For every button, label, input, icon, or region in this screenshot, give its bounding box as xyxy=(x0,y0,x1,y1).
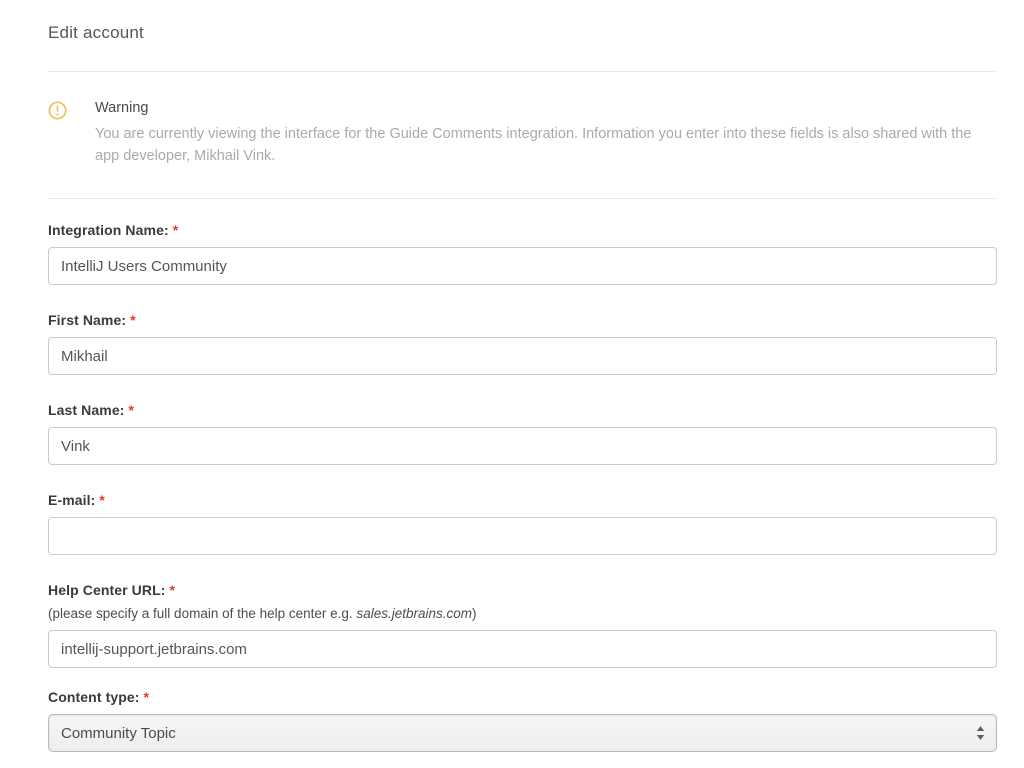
help-center-url-input[interactable] xyxy=(48,630,997,668)
integration-name-input[interactable] xyxy=(48,247,997,285)
warning-body: You are currently viewing the interface … xyxy=(95,123,997,167)
warning-banner: Warning You are currently viewing the in… xyxy=(48,72,997,198)
email-input[interactable] xyxy=(48,517,997,555)
field-group-last-name: Last Name:* xyxy=(48,402,997,465)
field-group-content-type: Content type:* Community Topic xyxy=(48,689,997,752)
integration-name-label-text: Integration Name: xyxy=(48,222,169,238)
last-name-label: Last Name:* xyxy=(48,402,997,418)
required-marker: * xyxy=(170,582,176,598)
warning-circle-icon xyxy=(48,101,67,125)
hint-suffix: ) xyxy=(472,606,477,621)
hint-example-domain: sales.jetbrains.com xyxy=(356,606,472,621)
field-group-integration-name: Integration Name:* xyxy=(48,222,997,285)
hint-prefix: (please specify a full domain of the hel… xyxy=(48,606,356,621)
warning-title: Warning xyxy=(95,100,997,116)
field-group-email: E-mail:* xyxy=(48,492,997,555)
content-container: Edit account Warning You are currently v… xyxy=(48,0,997,752)
first-name-label-text: First Name: xyxy=(48,312,126,328)
last-name-label-text: Last Name: xyxy=(48,402,124,418)
first-name-input[interactable] xyxy=(48,337,997,375)
content-type-label-text: Content type: xyxy=(48,689,140,705)
content-type-selected-value: Community Topic xyxy=(61,725,176,742)
content-type-label: Content type:* xyxy=(48,689,997,705)
page-title: Edit account xyxy=(48,23,997,43)
help-center-url-label-text: Help Center URL: xyxy=(48,582,166,598)
edit-account-page: Edit account Warning You are currently v… xyxy=(0,0,1024,768)
select-stepper-arrows-icon xyxy=(976,726,985,741)
field-group-first-name: First Name:* xyxy=(48,312,997,375)
help-center-url-hint: (please specify a full domain of the hel… xyxy=(48,606,997,621)
content-type-select[interactable]: Community Topic xyxy=(48,714,997,752)
first-name-label: First Name:* xyxy=(48,312,997,328)
email-label: E-mail:* xyxy=(48,492,997,508)
field-group-help-center-url: Help Center URL:* (please specify a full… xyxy=(48,582,997,668)
edit-account-form: Integration Name:* First Name:* Last Nam… xyxy=(48,199,997,752)
required-marker: * xyxy=(144,689,150,705)
help-center-url-label: Help Center URL:* xyxy=(48,582,997,598)
required-marker: * xyxy=(128,402,134,418)
required-marker: * xyxy=(130,312,136,328)
integration-name-label: Integration Name:* xyxy=(48,222,997,238)
email-label-text: E-mail: xyxy=(48,492,95,508)
last-name-input[interactable] xyxy=(48,427,997,465)
warning-content: Warning You are currently viewing the in… xyxy=(95,100,997,167)
required-marker: * xyxy=(173,222,179,238)
required-marker: * xyxy=(99,492,105,508)
